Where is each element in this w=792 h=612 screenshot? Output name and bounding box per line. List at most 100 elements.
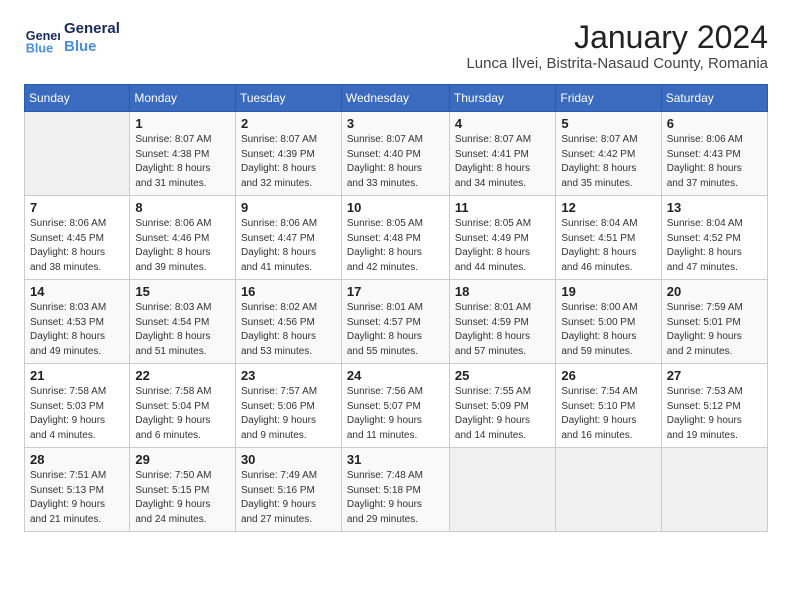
calendar-day-cell: 27 Sunrise: 7:53 AM Sunset: 5:12 PM Dayli…	[661, 364, 767, 448]
day-detail: Sunrise: 7:58 AM Sunset: 5:04 PM Dayligh…	[135, 385, 230, 443]
day-number: 20	[667, 284, 762, 299]
day-detail: Sunrise: 7:50 AM Sunset: 5:15 PM Dayligh…	[135, 469, 230, 527]
day-detail: Sunrise: 8:05 AM Sunset: 4:49 PM Dayligh…	[455, 217, 550, 275]
logo-text-blue: Blue	[64, 38, 120, 56]
logo-text-general: General	[64, 20, 120, 38]
calendar-day-cell: 29 Sunrise: 7:50 AM Sunset: 5:15 PM Dayli…	[130, 448, 236, 532]
day-detail: Sunrise: 8:01 AM Sunset: 4:57 PM Dayligh…	[347, 301, 444, 359]
day-detail: Sunrise: 7:55 AM Sunset: 5:09 PM Dayligh…	[455, 385, 550, 443]
day-detail: Sunrise: 8:07 AM Sunset: 4:42 PM Dayligh…	[561, 133, 655, 191]
day-detail: Sunrise: 8:01 AM Sunset: 4:59 PM Dayligh…	[455, 301, 550, 359]
day-detail: Sunrise: 8:03 AM Sunset: 4:53 PM Dayligh…	[30, 301, 124, 359]
day-number: 15	[135, 284, 230, 299]
day-number: 10	[347, 200, 444, 215]
day-detail: Sunrise: 8:05 AM Sunset: 4:48 PM Dayligh…	[347, 217, 444, 275]
calendar-day-cell: 1Sunrise: 8:07 AM Sunset: 4:38 PM Daylig…	[130, 112, 236, 196]
day-number: 16	[241, 284, 336, 299]
day-detail: Sunrise: 8:06 AM Sunset: 4:43 PM Dayligh…	[667, 133, 762, 191]
col-friday: Friday	[556, 85, 661, 112]
calendar-day-cell: 30 Sunrise: 7:49 AM Sunset: 5:16 PM Dayli…	[235, 448, 341, 532]
day-detail: Sunrise: 7:53 AM Sunset: 5:12 PM Dayligh…	[667, 385, 762, 443]
col-wednesday: Wednesday	[341, 85, 449, 112]
calendar-header-row: Sunday Monday Tuesday Wednesday Thursday…	[25, 85, 768, 112]
calendar-day-cell: 26Sunrise: 7:54 AM Sunset: 5:10 PM Dayli…	[556, 364, 661, 448]
calendar-day-cell: 11 Sunrise: 8:05 AM Sunset: 4:49 PM Dayli…	[449, 196, 555, 280]
calendar-title: January 2024	[466, 20, 768, 55]
col-saturday: Saturday	[661, 85, 767, 112]
day-number: 7	[30, 200, 124, 215]
logo-icon: General Blue	[24, 20, 60, 56]
day-number: 21	[30, 368, 124, 383]
day-detail: Sunrise: 7:49 AM Sunset: 5:16 PM Dayligh…	[241, 469, 336, 527]
day-detail: Sunrise: 8:03 AM Sunset: 4:54 PM Dayligh…	[135, 301, 230, 359]
calendar-week-row: 7 Sunrise: 8:06 AM Sunset: 4:45 PM Daylig…	[25, 196, 768, 280]
calendar-day-cell: 25Sunrise: 7:55 AM Sunset: 5:09 PM Dayli…	[449, 364, 555, 448]
day-detail: Sunrise: 7:48 AM Sunset: 5:18 PM Dayligh…	[347, 469, 444, 527]
calendar-day-cell: 4 Sunrise: 8:07 AM Sunset: 4:41 PM Daylig…	[449, 112, 555, 196]
col-thursday: Thursday	[449, 85, 555, 112]
calendar-day-cell: 23 Sunrise: 7:57 AM Sunset: 5:06 PM Dayli…	[235, 364, 341, 448]
day-number: 23	[241, 368, 336, 383]
calendar-day-cell: 22Sunrise: 7:58 AM Sunset: 5:04 PM Dayli…	[130, 364, 236, 448]
day-number: 9	[241, 200, 336, 215]
day-detail: Sunrise: 7:56 AM Sunset: 5:07 PM Dayligh…	[347, 385, 444, 443]
day-detail: Sunrise: 7:57 AM Sunset: 5:06 PM Dayligh…	[241, 385, 336, 443]
calendar-day-cell: 24 Sunrise: 7:56 AM Sunset: 5:07 PM Dayli…	[341, 364, 449, 448]
day-number: 5	[561, 116, 655, 131]
svg-text:Blue: Blue	[26, 41, 53, 55]
day-number: 11	[455, 200, 550, 215]
col-monday: Monday	[130, 85, 236, 112]
calendar-week-row: 28Sunrise: 7:51 AM Sunset: 5:13 PM Dayli…	[25, 448, 768, 532]
day-number: 13	[667, 200, 762, 215]
calendar-week-row: 14 Sunrise: 8:03 AM Sunset: 4:53 PM Dayli…	[25, 280, 768, 364]
calendar-day-cell: 28Sunrise: 7:51 AM Sunset: 5:13 PM Dayli…	[25, 448, 130, 532]
day-number: 29	[135, 452, 230, 467]
calendar-day-cell: 20 Sunrise: 7:59 AM Sunset: 5:01 PM Dayli…	[661, 280, 767, 364]
day-detail: Sunrise: 8:06 AM Sunset: 4:45 PM Dayligh…	[30, 217, 124, 275]
calendar-week-row: 1Sunrise: 8:07 AM Sunset: 4:38 PM Daylig…	[25, 112, 768, 196]
day-detail: Sunrise: 8:02 AM Sunset: 4:56 PM Dayligh…	[241, 301, 336, 359]
page-header: General Blue General Blue January 2024 L…	[24, 20, 768, 72]
day-number: 19	[561, 284, 655, 299]
day-detail: Sunrise: 8:04 AM Sunset: 4:51 PM Dayligh…	[561, 217, 655, 275]
calendar-day-cell: 15 Sunrise: 8:03 AM Sunset: 4:54 PM Dayli…	[130, 280, 236, 364]
calendar-table: Sunday Monday Tuesday Wednesday Thursday…	[24, 84, 768, 532]
col-sunday: Sunday	[25, 85, 130, 112]
day-number: 30	[241, 452, 336, 467]
calendar-day-cell	[449, 448, 555, 532]
calendar-day-cell: 13Sunrise: 8:04 AM Sunset: 4:52 PM Dayli…	[661, 196, 767, 280]
day-detail: Sunrise: 7:51 AM Sunset: 5:13 PM Dayligh…	[30, 469, 124, 527]
title-block: January 2024 Lunca Ilvei, Bistrita-Nasau…	[466, 20, 768, 72]
calendar-day-cell: 31 Sunrise: 7:48 AM Sunset: 5:18 PM Dayli…	[341, 448, 449, 532]
day-detail: Sunrise: 8:07 AM Sunset: 4:40 PM Dayligh…	[347, 133, 444, 191]
day-number: 31	[347, 452, 444, 467]
calendar-week-row: 21 Sunrise: 7:58 AM Sunset: 5:03 PM Dayli…	[25, 364, 768, 448]
calendar-day-cell: 21 Sunrise: 7:58 AM Sunset: 5:03 PM Dayli…	[25, 364, 130, 448]
day-number: 17	[347, 284, 444, 299]
day-number: 24	[347, 368, 444, 383]
day-detail: Sunrise: 8:07 AM Sunset: 4:41 PM Dayligh…	[455, 133, 550, 191]
calendar-day-cell	[661, 448, 767, 532]
day-number: 1	[135, 116, 230, 131]
day-detail: Sunrise: 7:54 AM Sunset: 5:10 PM Dayligh…	[561, 385, 655, 443]
day-number: 18	[455, 284, 550, 299]
calendar-day-cell: 17 Sunrise: 8:01 AM Sunset: 4:57 PM Dayli…	[341, 280, 449, 364]
day-number: 4	[455, 116, 550, 131]
day-detail: Sunrise: 8:07 AM Sunset: 4:39 PM Dayligh…	[241, 133, 336, 191]
day-number: 14	[30, 284, 124, 299]
day-number: 3	[347, 116, 444, 131]
calendar-day-cell: 14 Sunrise: 8:03 AM Sunset: 4:53 PM Dayli…	[25, 280, 130, 364]
day-detail: Sunrise: 8:00 AM Sunset: 5:00 PM Dayligh…	[561, 301, 655, 359]
calendar-day-cell: 2 Sunrise: 8:07 AM Sunset: 4:39 PM Daylig…	[235, 112, 341, 196]
day-number: 12	[561, 200, 655, 215]
col-tuesday: Tuesday	[235, 85, 341, 112]
calendar-day-cell: 10 Sunrise: 8:05 AM Sunset: 4:48 PM Dayli…	[341, 196, 449, 280]
day-detail: Sunrise: 7:59 AM Sunset: 5:01 PM Dayligh…	[667, 301, 762, 359]
calendar-day-cell: 8Sunrise: 8:06 AM Sunset: 4:46 PM Daylig…	[130, 196, 236, 280]
day-detail: Sunrise: 7:58 AM Sunset: 5:03 PM Dayligh…	[30, 385, 124, 443]
calendar-day-cell	[25, 112, 130, 196]
calendar-day-cell: 6 Sunrise: 8:06 AM Sunset: 4:43 PM Daylig…	[661, 112, 767, 196]
day-number: 6	[667, 116, 762, 131]
day-number: 27	[667, 368, 762, 383]
day-number: 2	[241, 116, 336, 131]
